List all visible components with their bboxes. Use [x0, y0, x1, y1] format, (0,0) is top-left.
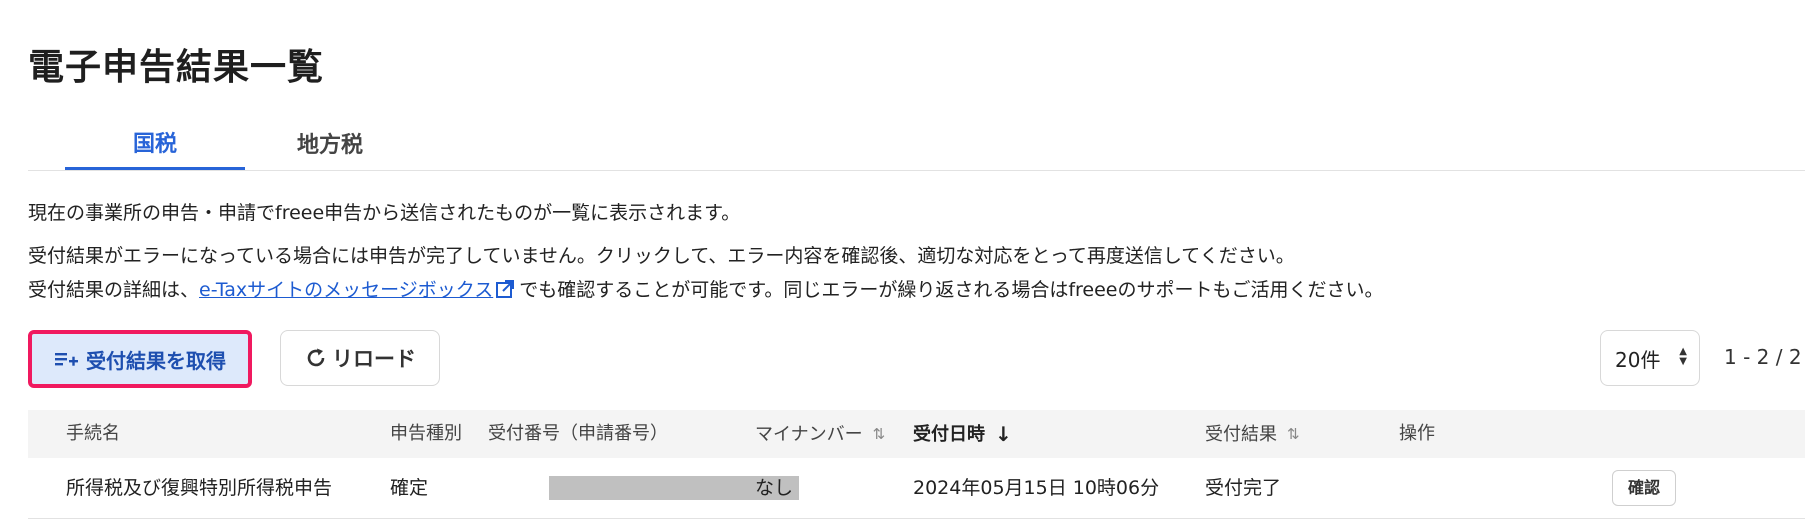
column-header-my-number[interactable]: マイナンバー ⇅ — [755, 410, 885, 458]
per-page-select[interactable]: 20件 ▲ ▼ — [1600, 330, 1700, 386]
column-header-result[interactable]: 受付結果 ⇅ — [1205, 410, 1300, 458]
external-link-icon[interactable] — [495, 279, 515, 299]
column-header-procedure: 手続名 — [66, 423, 120, 444]
list-add-icon — [55, 353, 78, 366]
column-header-receipt-number: 受付番号（申請番号） — [488, 423, 668, 444]
tab-bar: 国税 地方税 — [28, 116, 1805, 171]
etax-messagebox-link[interactable]: e-Taxサイトのメッセージボックス — [199, 279, 493, 301]
description-line-3: 受付結果の詳細は、e-Taxサイトのメッセージボックス でも確認することが可能で… — [28, 275, 1383, 302]
tab-chihouzei[interactable]: 地方税 — [240, 116, 420, 170]
table-header: 手続名 申告種別 受付番号（申請番号） マイナンバー ⇅ 受付日時 ↓ 受付結果 ⇅ … — [28, 410, 1805, 458]
column-header-action: 操作 — [1399, 423, 1435, 444]
sort-icon: ⇅ — [872, 425, 886, 443]
cell-type: 確定 — [390, 477, 429, 499]
sort-descending-icon: ↓ — [995, 422, 1012, 446]
reload-icon — [307, 348, 325, 367]
cell-procedure: 所得税及び復興特別所得税申告 — [66, 477, 333, 499]
column-header-type: 申告種別 — [390, 423, 462, 444]
tab-kokuzei[interactable]: 国税 — [65, 116, 245, 170]
page-title: 電子申告結果一覧 — [28, 47, 325, 88]
reload-button[interactable]: リロード — [280, 330, 440, 386]
sort-icon: ⇅ — [1287, 425, 1300, 443]
cell-received-at: 2024年05月15日 10時06分 — [913, 477, 1160, 499]
select-arrows-icon: ▲ ▼ — [1679, 346, 1687, 367]
description-line-3-suffix: でも確認することが可能です。同じエラーが繰り返される場合はfreeeのサポートも… — [519, 279, 1384, 301]
table-row[interactable]: 所得税及び復興特別所得税申告 確定 なし 2024年05月15日 10時06分 … — [28, 458, 1805, 519]
description-line-3-prefix: 受付結果の詳細は、 — [28, 279, 200, 301]
page: 電子申告結果一覧 国税 地方税 現在の事業所の申告・申請でfreee申告から送信… — [0, 0, 1817, 526]
cell-result: 受付完了 — [1205, 477, 1282, 499]
description-line-2: 受付結果がエラーになっている場合には申告が完了していません。クリックして、エラー… — [28, 245, 1295, 267]
fetch-results-label: 受付結果を取得 — [86, 348, 226, 373]
reload-label: リロード — [332, 347, 416, 371]
per-page-value: 20件 — [1615, 347, 1661, 372]
description-line-1: 現在の事業所の申告・申請でfreee申告から送信されたものが一覧に表示されます。 — [28, 202, 741, 224]
cell-my-number: なし — [755, 477, 794, 499]
confirm-button[interactable]: 確認 — [1612, 470, 1676, 506]
column-header-received-at[interactable]: 受付日時 ↓ — [913, 410, 1012, 458]
pagination-info: 1 - 2 / 2 — [1724, 345, 1802, 369]
fetch-results-button[interactable]: 受付結果を取得 — [28, 330, 252, 388]
